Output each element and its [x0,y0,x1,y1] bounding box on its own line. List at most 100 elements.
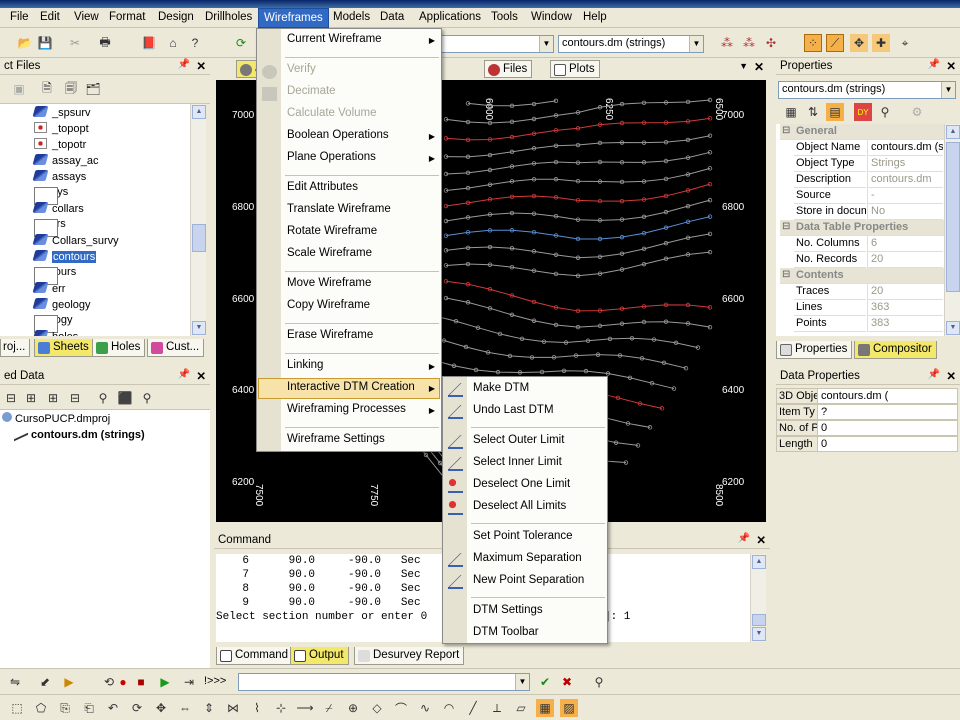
close-view-icon[interactable]: ✕ [754,60,764,74]
new-file-icon[interactable]: 🗎 [38,80,56,98]
data-property-row[interactable]: Item Ty? [776,404,958,420]
split-icon[interactable]: ⌇ [248,699,266,717]
menu-tools[interactable]: Tools [491,11,518,23]
tool1-icon[interactable]: ⇋ [6,673,24,691]
cancel-icon[interactable]: ✖ [558,673,576,691]
scroll-down-icon[interactable]: ▼ [192,321,206,335]
close-icon[interactable]: ✕ [946,369,956,383]
string-edit-icon[interactable]: ⌒ [392,699,410,717]
hatch-icon[interactable]: ▨ [560,699,578,717]
pin-icon[interactable]: 📌 [178,59,190,70]
menu-item-boolean-operations[interactable]: Boolean Operations [287,129,389,141]
menu-window[interactable]: Window [531,11,572,23]
property-category[interactable]: General ⊟ [780,124,944,140]
tree-item[interactable]: collars [34,218,66,237]
point-edit-icon[interactable]: ◇ [368,699,386,717]
tab-custom[interactable]: Cust... [147,339,205,357]
extra-tool-icon[interactable]: ⌖ [896,34,914,52]
paste-icon[interactable]: ⎗ [80,699,98,717]
points-icon[interactable]: ⁂ [718,34,736,52]
curve-icon[interactable]: ∿ [416,699,434,717]
select-icon[interactable]: ⬚ [8,699,26,717]
tree-item[interactable]: assay_ac [32,154,98,167]
scroll-thumb[interactable] [192,224,206,252]
tab-plots[interactable]: Plots [550,60,600,78]
menu-item-translate-wireframe[interactable]: Translate Wireframe [287,203,391,215]
tab-desurvey-report[interactable]: Desurvey Report [354,647,465,665]
tab-list-icon[interactable]: ▼ [739,61,748,71]
menu-help[interactable]: Help [583,11,607,23]
menu-wireframes[interactable]: Wireframes [258,8,329,28]
tree-icon[interactable]: ⊟ [2,389,20,407]
data-property-value[interactable]: 0 [818,436,958,452]
property-row[interactable]: Lines 363 [780,300,944,316]
menu-data[interactable]: Data [380,11,404,23]
browse-icon[interactable]: 🗂 [84,80,102,98]
menu-item-erase-wireframe[interactable]: Erase Wireframe [287,329,373,341]
tree-item[interactable]: geology [32,298,91,311]
property-row[interactable]: Object Type Strings [780,156,944,172]
open-folder-icon[interactable]: 📂 [16,34,34,52]
dynamic-icon[interactable]: DY [854,103,872,121]
print-icon[interactable]: 🖶 [96,34,114,52]
menu-item-wireframe-settings[interactable]: Wireframe Settings [287,433,385,445]
merge-icon[interactable]: ⋈ [224,699,242,717]
property-row[interactable]: No. Records 20 [780,252,944,268]
scroll-up-icon[interactable]: ▲ [752,555,766,569]
menu-item-maximum-separation[interactable]: Maximum Separation [473,552,582,564]
trim-icon[interactable]: ⌿ [320,699,338,717]
menu-item-plane-operations[interactable]: Plane Operations [287,151,376,163]
search-icon[interactable]: ⚲ [876,103,894,121]
tab-compositor[interactable]: Compositor [854,341,937,359]
scroll-up-icon[interactable]: ▲ [192,105,206,119]
property-value[interactable]: contours.dm (st [867,140,943,156]
refresh-icon[interactable]: ⟳ [232,34,250,52]
polygon-icon[interactable]: ⬠ [32,699,50,717]
tree-item[interactable]: contours [32,250,97,263]
menu-item-edit-attributes[interactable]: Edit Attributes [287,181,358,193]
menu-item-copy-wireframe[interactable]: Copy Wireframe [287,299,370,311]
menu-format[interactable]: Format [109,11,145,23]
help-icon[interactable]: ? [186,34,204,52]
object-node[interactable]: contours.dm (strings) [14,424,145,442]
property-value[interactable]: 20 [867,284,943,300]
menu-view[interactable]: View [74,11,99,23]
property-value[interactable]: No [867,204,943,220]
property-value[interactable]: 20 [867,252,943,268]
tree-item[interactable]: assays [32,170,86,183]
tree2-icon[interactable]: ⊟ [66,389,84,407]
property-value[interactable]: contours.dm [867,172,943,188]
property-value[interactable]: 363 [867,300,943,316]
join-icon[interactable]: ⊹ [272,699,290,717]
collapse-icon[interactable]: ⊟ [782,221,790,232]
property-row[interactable]: Traces 20 [780,284,944,300]
tool5-icon[interactable]: ⇥ [180,673,198,691]
undo-icon[interactable]: ↶ [104,699,122,717]
filter-data-icon[interactable]: ⚲ [94,389,112,407]
area-icon[interactable]: ▱ [512,699,530,717]
menu-drillholes[interactable]: Drillholes [205,11,252,23]
line-icon[interactable]: ╱ [464,699,482,717]
close-icon[interactable]: ✕ [196,59,206,73]
project-files-scrollbar[interactable]: ▲ ▼ [190,104,206,336]
property-row[interactable]: Points 383 [780,316,944,332]
command-scrollbar[interactable]: ▲ ▼ [750,554,766,642]
tab-output[interactable]: Output [290,647,349,665]
data-property-value[interactable]: contours.dm ( [818,388,958,404]
scroll-up-icon[interactable]: ▲ [946,125,960,139]
menu-item-wireframing-processes[interactable]: Wireframing Processes [287,403,406,415]
property-row[interactable]: Store in docum No [780,204,944,220]
settings-icon[interactable]: ⚙ [908,103,926,121]
menu-item-make-dtm[interactable]: Make DTM [473,382,529,394]
find-command-icon[interactable]: ⚲ [590,673,608,691]
property-row[interactable]: Source - [780,188,944,204]
tree-item[interactable]: Collars_survy [32,234,119,247]
menu-item-deselect-one-limit[interactable]: Deselect One Limit [473,478,570,490]
pin-icon[interactable]: 📌 [178,369,190,380]
close-icon[interactable]: ✕ [196,369,206,383]
select-point-icon[interactable]: ⁘ [804,34,822,52]
menu-item-linking[interactable]: Linking [287,359,323,371]
tab-properties[interactable]: Properties [776,341,853,359]
property-value[interactable]: Strings [867,156,943,172]
object-combo[interactable]: contours.dm (strings) ▼ [558,35,704,53]
